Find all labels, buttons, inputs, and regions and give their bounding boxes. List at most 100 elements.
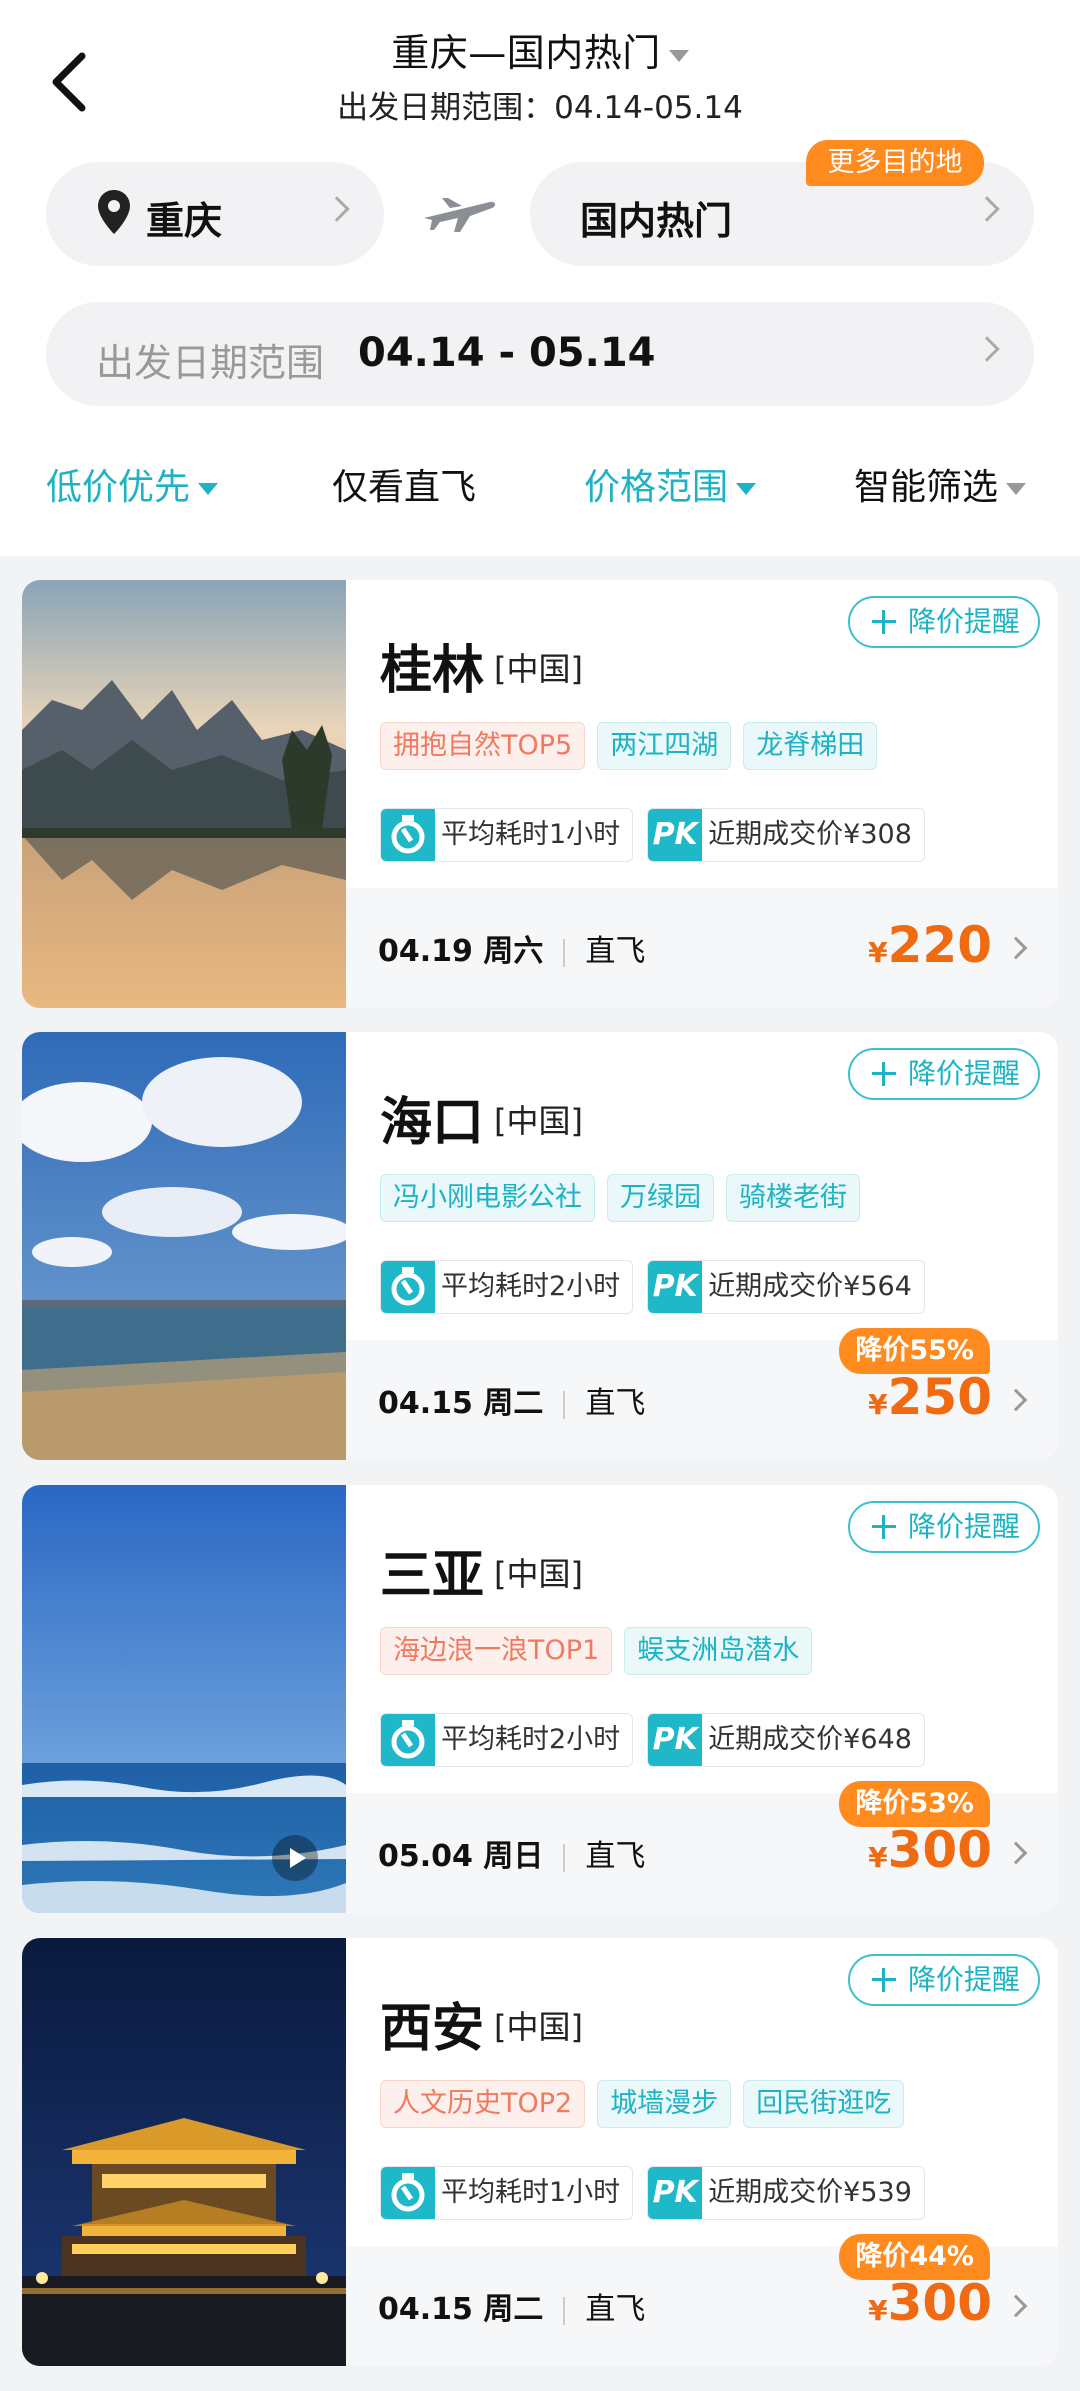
price-alert-label: 降价提醒 <box>908 1057 1021 1090</box>
city-name: 三亚 <box>380 1546 485 1606</box>
filter-low-price[interactable]: 低价优先 <box>46 458 219 518</box>
avg-time-metric: 平均耗时2小时 <box>380 1713 634 1767</box>
filter-price-range[interactable]: 价格范围 <box>584 458 757 518</box>
price-alert-label: 降价提醒 <box>908 1963 1021 1996</box>
filter-label: 仅看直飞 <box>332 467 477 508</box>
avg-time-metric: 平均耗时1小时 <box>380 2166 634 2220</box>
clock-icon <box>381 1714 435 1766</box>
date-range-value: 04.14 - 05.14 <box>358 330 656 376</box>
flight-type: 直飞 <box>585 2292 646 2327</box>
flight-type: 直飞 <box>585 1839 646 1874</box>
destination-photo-haikou <box>22 1032 346 1460</box>
flight-date-line: 04.15 周二 直飞 <box>378 2284 645 2328</box>
price-alert-button[interactable]: 降价提醒 <box>848 1954 1040 2006</box>
recent-price-text: 近期成交价¥539 <box>708 2177 912 2208</box>
card-footer[interactable]: 降价53% 05.04 周日 直飞 ¥300 <box>346 1781 1058 1913</box>
from-city-selector[interactable]: 重庆 <box>46 162 384 266</box>
currency-symbol: ¥ <box>868 1388 888 1421</box>
avg-time-metric: 平均耗时1小时 <box>380 808 634 862</box>
pk-label: PK <box>652 1269 698 1304</box>
tag[interactable]: 万绿园 <box>607 1174 714 1222</box>
country-label: [中国] <box>494 650 583 688</box>
filter-label: 价格范围 <box>584 467 729 508</box>
city-name: 西安 <box>380 1999 485 2059</box>
price: ¥300 <box>868 2274 992 2332</box>
tag-list: 拥抱自然TOP5 两江四湖 龙脊梯田 <box>380 722 889 772</box>
divider <box>563 938 566 967</box>
country-label: [中国] <box>494 1102 583 1140</box>
divider <box>563 2296 566 2325</box>
price: ¥300 <box>868 1821 992 1879</box>
route-title[interactable]: 重庆—国内热门 <box>0 22 1080 77</box>
chevron-right-icon <box>1004 2294 1028 2318</box>
flight-type: 直飞 <box>585 934 646 969</box>
filter-direct-only[interactable]: 仅看直飞 <box>332 458 476 518</box>
airplane-icon <box>424 198 496 232</box>
recent-price-metric: PK 近期成交价¥648 <box>647 1713 925 1767</box>
card-footer[interactable]: 降价44% 04.15 周二 直飞 ¥300 <box>346 2234 1058 2366</box>
avg-time-text: 平均耗时2小时 <box>441 1271 621 1302</box>
country-label: [中国] <box>494 1555 583 1593</box>
filter-smart[interactable]: 智能筛选 <box>854 458 1027 518</box>
date-range-selector[interactable]: 出发日期范围 04.14 - 05.14 <box>46 302 1034 406</box>
caret-down-icon <box>736 483 757 495</box>
tag-list: 海边浪一浪TOP1 蜈支洲岛潜水 <box>380 1627 824 1677</box>
rank-tag[interactable]: 海边浪一浪TOP1 <box>380 1627 613 1675</box>
filter-label: 低价优先 <box>46 467 191 508</box>
date-range-label: 出发日期范围 <box>96 341 325 385</box>
pk-icon: PK <box>648 1714 703 1766</box>
metrics-row: 平均耗时1小时 PK 近期成交价¥308 <box>380 808 939 864</box>
price-alert-button[interactable]: 降价提醒 <box>848 596 1040 648</box>
chevron-right-icon <box>974 336 1000 362</box>
price-alert-button[interactable]: 降价提醒 <box>848 1501 1040 1553</box>
card-footer[interactable]: 降价55% 04.15 周二 直飞 ¥250 <box>346 1328 1058 1460</box>
metrics-row: 平均耗时2小时 PK 近期成交价¥648 <box>380 1713 939 1769</box>
flight-date-line: 04.15 周二 直飞 <box>378 1378 645 1422</box>
tag[interactable]: 城墙漫步 <box>597 2080 732 2128</box>
chevron-right-icon <box>974 196 1000 222</box>
location-pin-icon <box>98 190 130 234</box>
flight-date: 04.19 周六 <box>378 934 544 969</box>
city-name: 桂林 <box>380 641 485 701</box>
tag[interactable]: 回民街逛吃 <box>743 2080 905 2128</box>
recent-price-metric: PK 近期成交价¥539 <box>647 2166 925 2220</box>
price-value: 220 <box>887 916 992 974</box>
flight-date: 04.15 周二 <box>378 2292 544 2327</box>
chevron-right-icon <box>1004 936 1028 960</box>
chevron-right-icon <box>1004 1388 1028 1412</box>
rank-tag[interactable]: 拥抱自然TOP5 <box>380 722 586 770</box>
tag-list: 冯小刚电影公社 万绿园 骑楼老街 <box>380 1174 872 1224</box>
plus-icon <box>872 1515 896 1539</box>
tag[interactable]: 龙脊梯田 <box>743 722 878 770</box>
destination-card-sanya[interactable]: 降价提醒 三亚 [中国] 海边浪一浪TOP1 蜈支洲岛潜水 平均耗时2小时 PK … <box>22 1485 1058 1913</box>
price: ¥220 <box>868 916 992 974</box>
from-city-label: 重庆 <box>146 199 223 243</box>
divider <box>563 1390 566 1419</box>
tag[interactable]: 骑楼老街 <box>726 1174 860 1222</box>
price-value: 250 <box>887 1368 992 1426</box>
price-alert-button[interactable]: 降价提醒 <box>848 1048 1040 1100</box>
date-range-subtitle: 出发日期范围：04.14-05.14 <box>337 90 743 126</box>
tag[interactable]: 两江四湖 <box>597 722 732 770</box>
price-value: 300 <box>887 1821 992 1879</box>
city-name: 海口 <box>380 1093 485 1153</box>
more-destinations-badge[interactable]: 更多目的地 <box>806 140 984 186</box>
recent-price-metric: PK 近期成交价¥308 <box>647 808 925 862</box>
rank-tag[interactable]: 人文历史TOP2 <box>380 2080 586 2128</box>
metrics-row: 平均耗时1小时 PK 近期成交价¥539 <box>380 2166 939 2222</box>
flight-date: 04.15 周二 <box>378 1386 544 1421</box>
tag[interactable]: 蜈支洲岛潜水 <box>624 1627 813 1675</box>
recent-price-text: 近期成交价¥564 <box>708 1271 912 1302</box>
plus-icon <box>872 610 896 634</box>
tag[interactable]: 冯小刚电影公社 <box>380 1174 595 1222</box>
clock-icon <box>381 1261 435 1313</box>
destination-card-xian[interactable]: 降价提醒 西安 [中国] 人文历史TOP2 城墙漫步 回民街逛吃 平均耗时1小时 P… <box>22 1938 1058 2366</box>
destination-photo-xian <box>22 1938 346 2366</box>
play-video-icon[interactable] <box>272 1835 318 1881</box>
plus-icon <box>872 1062 896 1086</box>
destination-card-haikou[interactable]: 降价提醒 海口 [中国] 冯小刚电影公社 万绿园 骑楼老街 平均耗时2小时 PK 近… <box>22 1032 1058 1460</box>
destination-card-guilin[interactable]: 降价提醒 桂林 [中国] 拥抱自然TOP5 两江四湖 龙脊梯田 平均耗时1小时 PK… <box>22 580 1058 1008</box>
avg-time-text: 平均耗时1小时 <box>441 819 621 850</box>
currency-symbol: ¥ <box>868 936 888 969</box>
card-footer[interactable]: 04.19 周六 直飞 ¥220 <box>346 888 1058 1008</box>
